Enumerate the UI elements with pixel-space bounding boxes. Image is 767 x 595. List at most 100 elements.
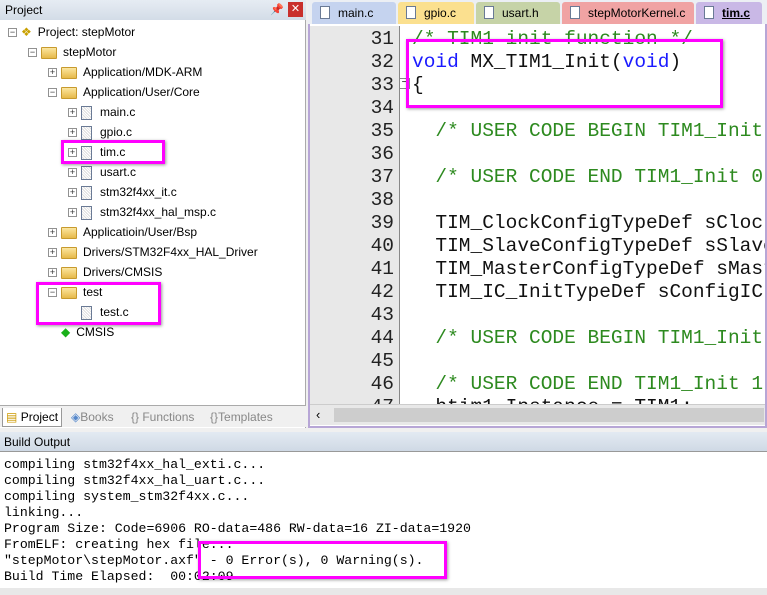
editor-tab[interactable]: stepMotorKernel.c: [562, 2, 694, 24]
editor-tabs: main.c gpio.c usart.h stepMotorKernel.c tim.…: [308, 0, 767, 24]
expand-icon[interactable]: +: [68, 108, 77, 118]
highlight-box-build-result: [198, 541, 447, 579]
tree-item-label: stm32f4xx_hal_msp.c: [100, 205, 217, 219]
file-icon: [484, 6, 494, 19]
tree-item-label: Project: stepMotor: [37, 25, 136, 39]
file-icon: [81, 185, 92, 200]
line-number: 32: [370, 51, 394, 73]
line-number: 42: [370, 281, 394, 303]
tree-item[interactable]: + stm32f4xx_it.c: [68, 182, 177, 202]
collapse-icon[interactable]: −: [8, 28, 17, 38]
project-tab-icon: ▤: [6, 410, 18, 424]
file-icon: [81, 105, 92, 120]
code-line: /* USER CODE BEGIN TIM1_Init 0 */: [435, 120, 764, 142]
tree-item-label: Application/MDK-ARM: [83, 65, 203, 79]
tree-item-label: Applicatioin/User/Bsp: [83, 225, 198, 239]
editor-horizontal-scrollbar[interactable]: ‹: [310, 404, 765, 425]
project-panel-tabs: ▤ Project ◈Books {} Functions {}Template…: [0, 405, 306, 427]
file-icon: [406, 6, 416, 19]
scroll-left-icon[interactable]: ‹: [316, 407, 320, 422]
pin-icon[interactable]: 📌: [270, 3, 284, 16]
tree-item[interactable]: − stepMotor: [28, 42, 116, 62]
code-line: TIM_SlaveConfigTypeDef sSlaveConfig: [435, 235, 765, 257]
tab-templates[interactable]: {}Templates: [207, 408, 276, 427]
tree-item[interactable]: − Application/User/Core: [48, 82, 200, 102]
code-line: TIM_MasterConfigTypeDef sMasterConfig: [435, 258, 765, 280]
line-number: 31: [370, 28, 394, 50]
folder-open-icon: [61, 86, 77, 99]
expand-icon[interactable]: +: [68, 168, 77, 178]
tree-item-label: Drivers/STM32F4xx_HAL_Driver: [83, 245, 258, 259]
folder-icon: [61, 66, 77, 79]
tree-item[interactable]: + stm32f4xx_hal_msp.c: [68, 202, 216, 222]
scrollbar-thumb[interactable]: [334, 408, 764, 422]
tree-item-label: Application/User/Core: [83, 85, 200, 99]
expand-icon[interactable]: +: [68, 128, 77, 138]
books-icon: ◈: [71, 410, 81, 424]
close-icon[interactable]: ✕: [288, 2, 303, 17]
expand-icon[interactable]: +: [48, 268, 57, 278]
line-number: 33: [370, 74, 394, 96]
tree-item-label: main.c: [100, 105, 136, 119]
build-output-scrollbar[interactable]: [0, 588, 767, 595]
expand-icon[interactable]: +: [48, 68, 57, 78]
tree-item[interactable]: + main.c: [68, 102, 135, 122]
folder-open-icon: [41, 46, 57, 59]
editor-tab[interactable]: gpio.c: [398, 2, 474, 24]
editor-tab[interactable]: tim.c: [696, 2, 762, 24]
cmsis-icon: ◆: [61, 325, 71, 339]
output-line: compiling stm32f4xx_hal_uart.c...: [4, 473, 266, 488]
editor-tab[interactable]: usart.h: [476, 2, 560, 24]
expand-icon[interactable]: +: [48, 248, 57, 258]
expand-icon[interactable]: +: [48, 228, 57, 238]
file-icon: [81, 125, 92, 140]
templates-icon: {}: [210, 410, 219, 424]
folder-icon: [61, 266, 77, 279]
line-number: 46: [370, 373, 394, 395]
tab-functions[interactable]: {} Functions: [128, 408, 197, 427]
code-line: /* USER CODE END TIM1_Init 0 */: [412, 166, 765, 188]
expand-icon[interactable]: +: [68, 188, 77, 198]
line-number: 45: [370, 350, 394, 372]
line-number: 39: [370, 212, 394, 234]
editor-tab[interactable]: main.c: [312, 2, 396, 24]
project-icon: ❖: [21, 25, 32, 39]
tab-books[interactable]: ◈Books: [68, 408, 117, 427]
collapse-icon[interactable]: −: [28, 48, 37, 58]
code-line: TIM_IC_InitTypeDef sConfigIC: [412, 281, 764, 303]
output-line: compiling stm32f4xx_hal_exti.c...: [4, 457, 266, 472]
highlight-box-test: [36, 282, 161, 325]
code-line: /* USER CODE BEGIN TIM1_Init 1 */: [435, 327, 764, 349]
line-number: 35: [370, 120, 394, 142]
output-line: Program Size: Code=6906 RO-data=486 RW-d…: [4, 521, 471, 536]
tree-item-label: usart.c: [100, 165, 137, 179]
line-number: 41: [370, 258, 394, 280]
file-icon: [570, 6, 580, 19]
code-line: htim1.Instance = TIM1;: [412, 396, 692, 404]
tab-project[interactable]: ▤ Project: [2, 408, 63, 427]
file-icon: [81, 205, 92, 220]
tree-item[interactable]: + Application/MDK-ARM: [48, 62, 202, 82]
line-number: 38: [370, 189, 394, 211]
tree-item[interactable]: + Drivers/CMSIS: [48, 262, 162, 282]
output-line: linking...: [4, 505, 84, 520]
tree-item[interactable]: − ❖ Project: stepMotor: [8, 22, 135, 42]
tree-item[interactable]: + Applicatioin/User/Bsp: [48, 222, 197, 242]
tree-item-label: stm32f4xx_it.c: [100, 185, 177, 199]
line-number: 44: [370, 327, 394, 349]
tree-item-label: CMSIS: [76, 325, 115, 339]
folder-icon: [61, 226, 77, 239]
project-panel-title: Project: [0, 0, 306, 20]
tree-item[interactable]: + Drivers/STM32F4xx_HAL_Driver: [48, 242, 258, 262]
collapse-icon[interactable]: −: [48, 88, 57, 98]
code-line: TIM_ClockConfigTypeDef sClockSourceConfi…: [435, 212, 765, 234]
tree-item-label: stepMotor: [63, 45, 117, 59]
expand-icon[interactable]: +: [68, 208, 77, 218]
line-number: 34: [370, 97, 394, 119]
tree-item[interactable]: ◆ CMSIS: [48, 322, 114, 342]
build-output-title: Build Output: [0, 432, 767, 451]
tree-item[interactable]: + usart.c: [68, 162, 136, 182]
tree-item[interactable]: + gpio.c: [68, 122, 132, 142]
tree-item-label: Drivers/CMSIS: [83, 265, 163, 279]
tree-item-label: gpio.c: [100, 125, 133, 139]
